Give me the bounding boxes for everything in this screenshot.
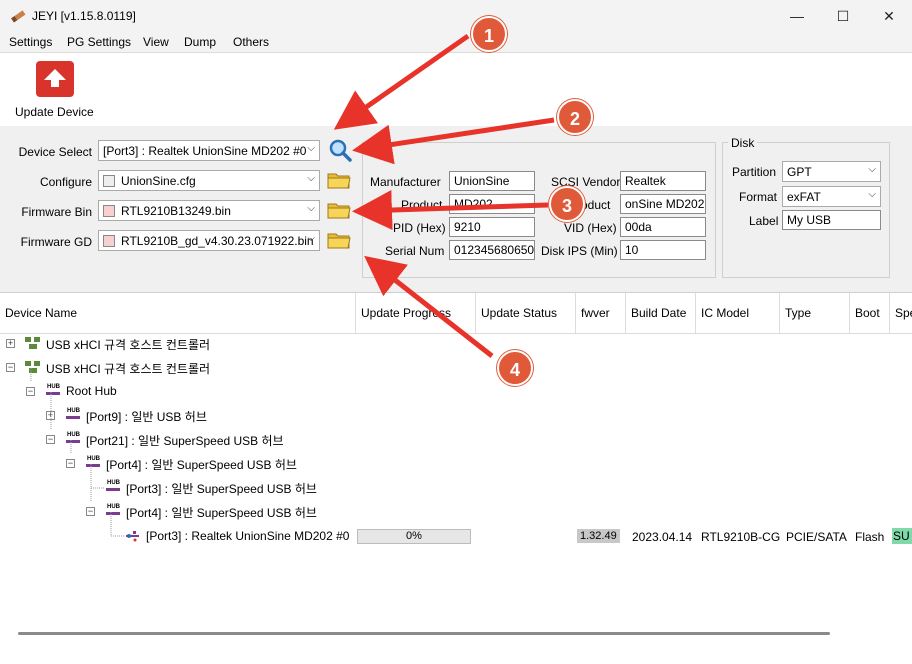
callout-3: 3 — [549, 186, 585, 222]
annotation-arrows — [333, 33, 555, 358]
callout-1: 1 — [471, 16, 507, 52]
callout-2: 2 — [557, 99, 593, 135]
callout-4: 4 — [497, 350, 533, 386]
